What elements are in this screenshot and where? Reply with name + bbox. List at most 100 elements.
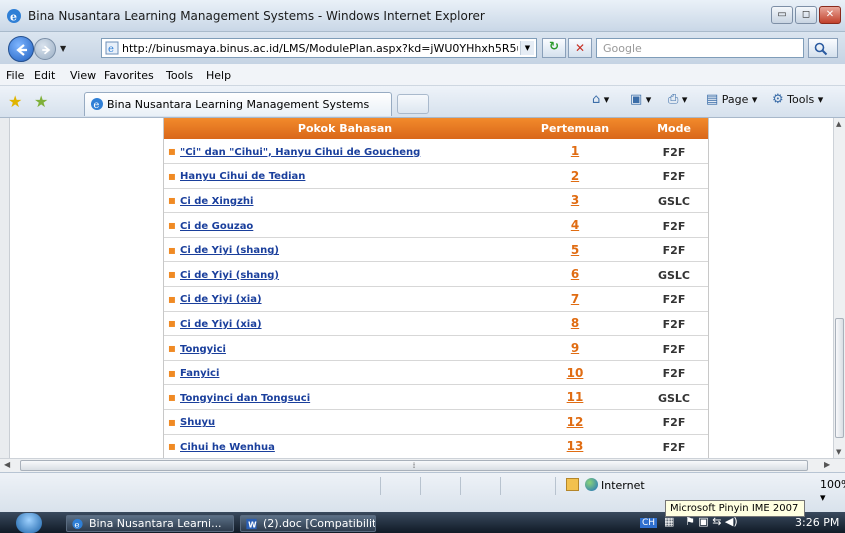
address-input[interactable]: e http://binusmaya.binus.ac.id/LMS/Modul… bbox=[101, 38, 537, 58]
refresh-button[interactable]: ↻ bbox=[542, 38, 566, 58]
close-button[interactable]: ✕ bbox=[819, 6, 841, 24]
history-dropdown-icon[interactable]: ▼ bbox=[60, 44, 66, 53]
svg-text:e: e bbox=[108, 44, 114, 55]
meeting-link[interactable]: 2 bbox=[571, 169, 579, 183]
bullet-icon: ▪ bbox=[164, 212, 180, 238]
mode-cell: GSLC bbox=[640, 384, 708, 411]
page-menu-button[interactable]: ▤ Page ▾ bbox=[706, 92, 757, 107]
topic-link[interactable]: Fanyici bbox=[180, 368, 219, 379]
table-row: ▪ Shuyu 12 F2F bbox=[164, 409, 708, 435]
ime-tooltip: Microsoft Pinyin IME 2007 bbox=[665, 500, 805, 517]
meeting-link[interactable]: 6 bbox=[571, 267, 579, 281]
new-tab-button[interactable] bbox=[397, 94, 429, 114]
taskbar-ie-label: Bina Nusantara Learni... bbox=[89, 517, 222, 530]
topic-link[interactable]: Ci de Yiyi (shang) bbox=[180, 245, 279, 256]
minimize-button[interactable]: ▭ bbox=[771, 6, 793, 24]
back-button[interactable] bbox=[8, 36, 34, 62]
tools-menu-button[interactable]: ⚙ Tools ▾ bbox=[772, 92, 823, 107]
protected-mode-icon bbox=[566, 478, 579, 491]
add-favorites-icon[interactable]: ★ bbox=[34, 94, 48, 110]
start-button[interactable] bbox=[16, 513, 42, 533]
search-icon bbox=[814, 42, 828, 56]
ime-indicator[interactable]: CH bbox=[640, 518, 658, 528]
scroll-right-icon[interactable]: ▶ bbox=[824, 460, 830, 469]
meeting-link[interactable]: 3 bbox=[571, 193, 579, 207]
topic-link[interactable]: Ci de Yiyi (xia) bbox=[180, 319, 262, 330]
meeting-link[interactable]: 8 bbox=[571, 316, 579, 330]
home-icon: ⌂ bbox=[592, 92, 601, 107]
meeting-link[interactable]: 7 bbox=[571, 292, 579, 306]
meeting-link[interactable]: 10 bbox=[567, 366, 584, 380]
tab-label: Bina Nusantara Learning Management Syste… bbox=[107, 98, 370, 111]
topic-header: Pokok Bahasan bbox=[180, 118, 510, 139]
table-row: ▪ Tongyinci dan Tongsuci 11 GSLC bbox=[164, 384, 708, 411]
svg-text:e: e bbox=[10, 11, 17, 24]
svg-text:e: e bbox=[93, 100, 99, 111]
table-row: ▪ Cihui he Wenhua 13 F2F bbox=[164, 434, 708, 458]
clock[interactable]: 3:26 PM bbox=[795, 516, 839, 529]
favorites-star-icon[interactable]: ★ bbox=[8, 94, 22, 110]
feeds-button[interactable]: ▣ ▾ bbox=[630, 92, 651, 107]
feeds-icon: ▣ bbox=[630, 92, 643, 107]
meeting-link[interactable]: 1 bbox=[571, 144, 579, 158]
mode-cell: F2F bbox=[640, 139, 708, 165]
svg-text:W: W bbox=[248, 520, 257, 529]
topic-link[interactable]: Ci de Xingzhi bbox=[180, 196, 253, 207]
zoom-label: 100% bbox=[820, 478, 845, 491]
bullet-icon: ▪ bbox=[164, 409, 180, 435]
scroll-down-icon[interactable]: ▼ bbox=[836, 448, 841, 456]
taskbar-ie-button[interactable]: e Bina Nusantara Learni... bbox=[66, 515, 234, 532]
maximize-button[interactable]: ◻ bbox=[795, 6, 817, 24]
url-text[interactable]: http://binusmaya.binus.ac.id/LMS/ModuleP… bbox=[122, 42, 518, 55]
url-dropdown-icon[interactable]: ▼ bbox=[520, 41, 534, 55]
mode-cell: F2F bbox=[640, 311, 708, 337]
page-content: Pokok Bahasan Pertemuan Mode ▪ "Ci" dan "… bbox=[0, 118, 845, 458]
menu-help[interactable]: Help bbox=[206, 69, 231, 82]
topic-link[interactable]: Hanyu Cihui de Tedian bbox=[180, 171, 305, 182]
vertical-scroll-thumb[interactable] bbox=[835, 318, 844, 438]
home-button[interactable]: ⌂ ▾ bbox=[592, 92, 609, 107]
bullet-icon: ▪ bbox=[164, 311, 180, 337]
bullet-icon: ▪ bbox=[164, 237, 180, 263]
meeting-link[interactable]: 13 bbox=[567, 439, 584, 453]
meeting-link[interactable]: 4 bbox=[571, 218, 579, 232]
menu-file[interactable]: File bbox=[6, 69, 24, 82]
meeting-link[interactable]: 11 bbox=[567, 390, 584, 404]
menu-favorites[interactable]: Favorites bbox=[104, 69, 154, 82]
meeting-link[interactable]: 9 bbox=[571, 341, 579, 355]
security-zone[interactable]: Internet bbox=[566, 478, 645, 492]
topic-link[interactable]: Shuyu bbox=[180, 417, 215, 428]
scroll-left-icon[interactable]: ◀ bbox=[4, 460, 10, 469]
menu-edit[interactable]: Edit bbox=[34, 69, 55, 82]
meeting-link[interactable]: 12 bbox=[567, 415, 584, 429]
topic-link[interactable]: Ci de Yiyi (shang) bbox=[180, 270, 279, 281]
scroll-up-icon[interactable]: ▲ bbox=[836, 120, 841, 128]
vertical-scrollbar[interactable]: ▲ ▼ bbox=[833, 118, 845, 458]
window-titlebar: e Bina Nusantara Learning Management Sys… bbox=[0, 0, 845, 32]
search-button[interactable] bbox=[808, 38, 838, 58]
internet-globe-icon bbox=[585, 478, 598, 491]
ie-taskbar-icon: e bbox=[72, 518, 83, 530]
search-input[interactable]: Google bbox=[596, 38, 804, 58]
topic-link[interactable]: Ci de Gouzao bbox=[180, 221, 253, 232]
menu-tools[interactable]: Tools bbox=[166, 69, 193, 82]
menu-view[interactable]: View bbox=[70, 69, 96, 82]
print-button[interactable]: ⎙ ▾ bbox=[668, 92, 687, 107]
topic-link[interactable]: Tongyici bbox=[180, 344, 226, 355]
horizontal-scroll-thumb[interactable]: ⁞ bbox=[20, 460, 808, 471]
meeting-link[interactable]: 5 bbox=[571, 243, 579, 257]
horizontal-scrollbar[interactable]: ◀ ⁞ ▶ bbox=[0, 458, 845, 472]
tab-active[interactable]: e Bina Nusantara Learning Management Sys… bbox=[84, 92, 392, 116]
topic-link[interactable]: Ci de Yiyi (xia) bbox=[180, 294, 262, 305]
topic-link[interactable]: Tongyinci dan Tongsuci bbox=[180, 393, 310, 404]
table-row: ▪ Tongyici 9 F2F bbox=[164, 335, 708, 361]
topic-link[interactable]: Cihui he Wenhua bbox=[180, 442, 275, 453]
topic-link[interactable]: "Ci" dan "Cihui", Hanyu Cihui de Gouchen… bbox=[180, 147, 420, 158]
taskbar-word-button[interactable]: W (2).doc [Compatibility ... bbox=[240, 515, 376, 532]
stop-button[interactable]: ✕ bbox=[568, 38, 592, 58]
mode-cell: F2F bbox=[640, 360, 708, 386]
zoom-level[interactable]: 100% ▾ bbox=[820, 478, 845, 504]
bullet-header bbox=[164, 118, 180, 139]
svg-text:e: e bbox=[74, 520, 79, 530]
forward-button[interactable] bbox=[34, 38, 56, 60]
